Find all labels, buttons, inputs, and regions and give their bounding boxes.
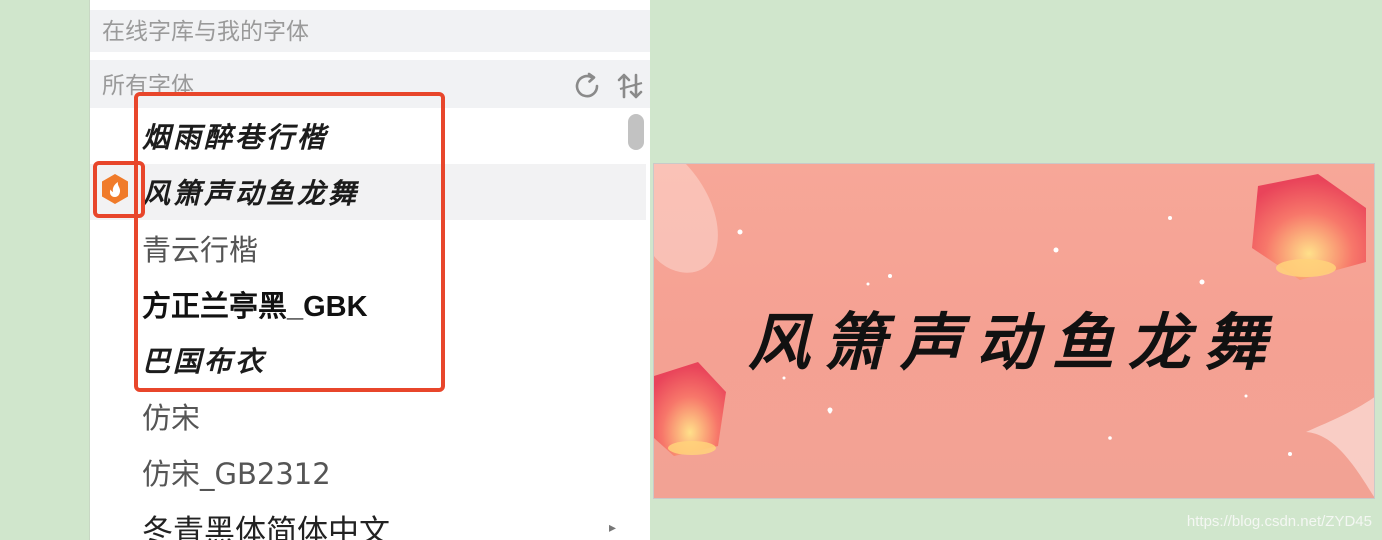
font-item[interactable]: 方正兰亭黑_GBK: [90, 276, 646, 332]
online-font-flame-icon: [100, 172, 130, 206]
font-item-with-submenu[interactable]: 冬青黑体简体中文 ▸: [90, 500, 646, 540]
all-fonts-section-header: 所有字体: [90, 60, 650, 108]
submenu-arrow-icon: ▸: [608, 520, 616, 536]
font-item[interactable]: 仿宋: [90, 388, 646, 444]
font-item[interactable]: 青云行楷: [90, 220, 646, 276]
font-item-label: 仿宋_GB2312: [142, 457, 331, 491]
font-item[interactable]: 烟雨醉巷行楷: [90, 108, 646, 164]
font-item-label: 风箫声动鱼龙舞: [142, 177, 360, 210]
font-item[interactable]: 巴国布衣: [90, 332, 646, 388]
scrollbar-thumb[interactable]: [628, 114, 644, 150]
font-item-selected[interactable]: 风箫声动鱼龙舞: [90, 164, 646, 220]
online-fonts-section-header[interactable]: 在线字库与我的字体: [90, 10, 650, 52]
font-item[interactable]: 仿宋_GB2312: [90, 444, 646, 500]
font-item-label: 方正兰亭黑_GBK: [142, 291, 368, 323]
font-item-label: 巴国布衣: [142, 345, 267, 378]
swap-sort-icon[interactable]: [614, 69, 648, 103]
font-item-label: 青云行楷: [142, 233, 259, 267]
font-preview-banner: 风箫声动鱼龙舞: [653, 163, 1375, 499]
font-item-label: 仿宋: [142, 401, 201, 435]
font-item-label: 烟雨醉巷行楷: [142, 121, 329, 154]
preview-text: 风箫声动鱼龙舞: [747, 306, 1280, 379]
font-item-label: 冬青黑体简体中文: [142, 513, 390, 540]
watermark: https://blog.csdn.net/ZYD45: [1186, 513, 1372, 530]
refresh-icon[interactable]: [570, 69, 604, 103]
font-picker-panel: 在线字库与我的字体 所有字体 烟雨醉巷行楷 风箫声动鱼龙舞 青云行楷 方正兰亭黑…: [90, 0, 650, 540]
